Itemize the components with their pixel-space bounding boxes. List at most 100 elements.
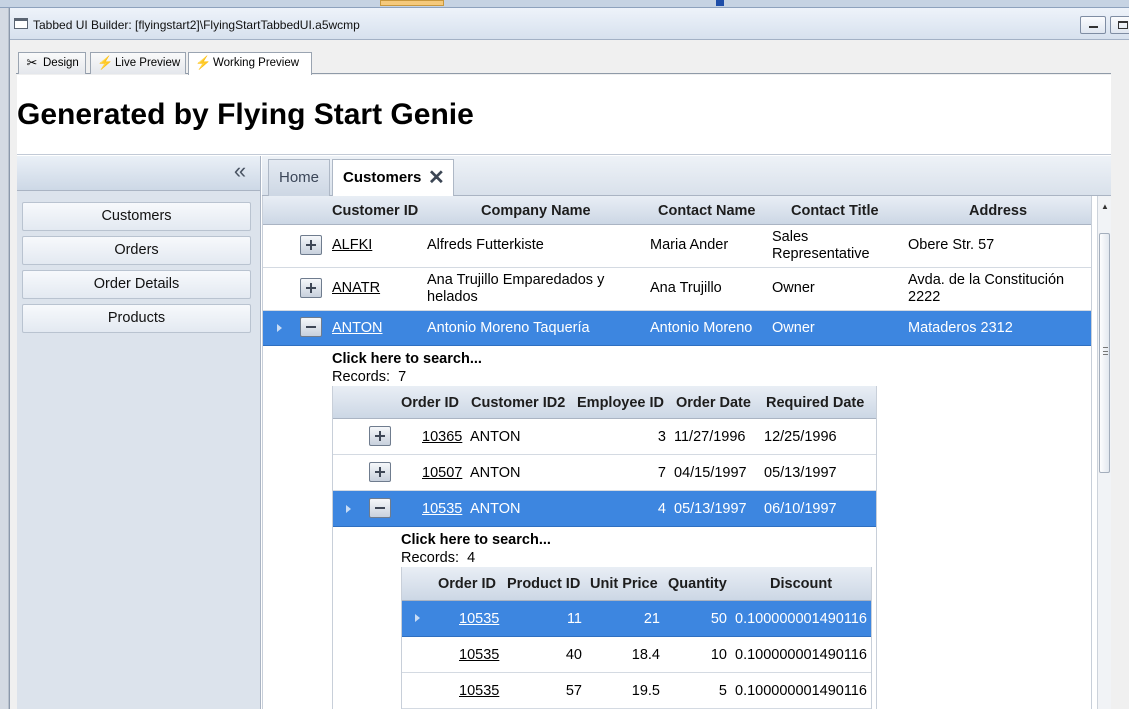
table-row-selected[interactable]: ANTON Antonio Moreno Taquería Antonio Mo… (263, 311, 1091, 346)
discount: 0.100000001490116 (735, 683, 867, 699)
contact-title: Sales (772, 229, 809, 245)
column-header[interactable]: Order ID (401, 395, 459, 411)
customers-grid-header: Customer ID Company Name Contact Name Co… (263, 196, 1091, 225)
expand-row-icon[interactable] (300, 278, 322, 298)
left-gutter (0, 8, 9, 709)
address: Obere Str. 57 (908, 237, 995, 253)
sidebar-item-order-details[interactable]: Order Details (22, 270, 251, 299)
table-row-selected[interactable]: 10535 ANTON 4 05/13/1997 06/10/1997 (333, 491, 876, 527)
scrollbar-thumb[interactable] (1099, 233, 1110, 473)
order-id-link[interactable]: 10535 (459, 683, 499, 699)
quantity: 5 (718, 683, 727, 699)
column-header[interactable]: Customer ID (332, 203, 418, 219)
table-row[interactable]: ALFKI Alfreds Futterkiste Maria Ander Sa… (263, 225, 1091, 268)
sidebar-item-products[interactable]: Products (22, 304, 251, 333)
tab-design[interactable]: ✂ Design (18, 52, 86, 74)
column-header[interactable]: Customer ID2 (471, 395, 565, 411)
vertical-scrollbar[interactable]: ▲ (1097, 196, 1111, 709)
current-row-indicator-icon (277, 324, 282, 332)
taskbar-marker (716, 0, 724, 6)
collapse-row-icon[interactable] (300, 317, 322, 337)
column-header[interactable]: Order Date (676, 395, 751, 411)
customer-id-link[interactable]: ANTON (332, 320, 383, 336)
order-date: 05/13/1997 (674, 501, 747, 517)
customers-grid-area: Customer ID Company Name Contact Name Co… (262, 196, 1111, 709)
column-header[interactable]: Company Name (481, 203, 591, 219)
order-id-link[interactable]: 10507 (422, 465, 462, 481)
details-records-count: Records: 4 (401, 550, 475, 566)
company-name: Ana Trujillo Emparedados y (427, 272, 605, 288)
tab-customers[interactable]: Customers ✕ (332, 159, 454, 197)
order-id-link[interactable]: 10365 (422, 429, 462, 445)
expand-row-icon[interactable] (300, 235, 322, 255)
column-header[interactable]: Unit Price (590, 576, 658, 592)
collapse-row-icon[interactable] (369, 498, 391, 518)
current-row-indicator-icon (346, 505, 351, 513)
expand-row-icon[interactable] (369, 462, 391, 482)
required-date: 05/13/1997 (764, 465, 837, 481)
column-header[interactable]: Order ID (438, 576, 496, 592)
quantity: 10 (710, 647, 727, 663)
address-line2: 2222 (908, 289, 941, 305)
order-id-link[interactable]: 10535 (459, 647, 499, 663)
orders-records-count: Records: 7 (332, 369, 406, 385)
collapse-sidebar-icon[interactable]: « (229, 160, 251, 183)
taskbar-active-item[interactable] (380, 0, 444, 6)
column-header[interactable]: Employee ID (577, 395, 664, 411)
records-value: 4 (467, 550, 476, 566)
employee-id: 7 (657, 465, 666, 481)
scroll-up-icon[interactable]: ▲ (1101, 202, 1109, 211)
table-row-selected[interactable]: 10535 11 21 50 0.100000001490116 (402, 601, 871, 637)
contact-title: Owner (772, 280, 815, 296)
window-title: Tabbed UI Builder: [flyingstart2]\Flying… (33, 18, 360, 32)
discount: 0.100000001490116 (735, 647, 867, 663)
minimize-icon (1089, 26, 1098, 28)
table-row[interactable]: ANATR Ana Trujillo Emparedados y helados… (263, 268, 1091, 311)
details-search-link[interactable]: Click here to search... (401, 532, 551, 548)
column-header[interactable]: Quantity (668, 576, 727, 592)
sidebar-item-orders[interactable]: Orders (22, 236, 251, 265)
product-id: 57 (565, 683, 582, 699)
tab-live-preview[interactable]: ⚡ Live Preview (90, 52, 186, 74)
sidebar-header: « (17, 156, 260, 191)
customer-id-link[interactable]: ALFKI (332, 237, 372, 253)
order-id-link[interactable]: 10535 (459, 611, 499, 627)
minimize-button[interactable] (1080, 16, 1106, 34)
document-icon (14, 18, 28, 29)
table-row[interactable]: 10535 40 18.4 10 0.100000001490116 (402, 637, 871, 673)
lightning-icon: ⚡ (195, 55, 212, 70)
table-row[interactable]: 10535 57 19.5 5 0.100000001490116 (402, 673, 871, 709)
close-icon[interactable]: ✕ (428, 160, 445, 196)
column-header[interactable]: Required Date (766, 395, 864, 411)
orders-search-link[interactable]: Click here to search... (332, 351, 482, 367)
expand-row-icon[interactable] (369, 426, 391, 446)
maximize-button[interactable] (1110, 16, 1129, 34)
customer-id: ANTON (470, 501, 521, 517)
sidebar: « Customers Orders Order Details Product… (17, 156, 261, 709)
customer-id: ANTON (470, 465, 521, 481)
page-header: Generated by Flying Start Genie (17, 75, 1111, 155)
column-header[interactable]: Discount (770, 576, 832, 592)
tab-working-preview[interactable]: ⚡ Working Preview (188, 52, 312, 75)
column-header[interactable]: Product ID (507, 576, 580, 592)
customer-id-link[interactable]: ANATR (332, 280, 380, 296)
tab-home[interactable]: Home (268, 159, 330, 196)
address: Avda. de la Constitución (908, 272, 1065, 288)
product-id: 40 (565, 647, 582, 663)
unit-price: 21 (643, 611, 660, 627)
document-tabs: Home Customers ✕ (262, 156, 1111, 197)
order-id-link[interactable]: 10535 (422, 501, 462, 517)
sidebar-item-customers[interactable]: Customers (22, 202, 251, 231)
quantity: 50 (710, 611, 727, 627)
employee-id: 3 (657, 429, 666, 445)
customer-id: ANTON (470, 429, 521, 445)
column-header[interactable]: Contact Name (658, 203, 756, 219)
table-row[interactable]: 10365 ANTON 3 11/27/1996 12/25/1996 (333, 419, 876, 455)
order-date: 11/27/1996 (674, 429, 746, 445)
lightning-icon: ⚡ (97, 55, 114, 70)
column-header[interactable]: Contact Title (791, 203, 879, 219)
content-panel: Home Customers ✕ Customer ID Company Nam… (262, 156, 1111, 709)
required-date: 12/25/1996 (764, 429, 837, 445)
column-header[interactable]: Address (969, 203, 1027, 219)
table-row[interactable]: 10507 ANTON 7 04/15/1997 05/13/1997 (333, 455, 876, 491)
